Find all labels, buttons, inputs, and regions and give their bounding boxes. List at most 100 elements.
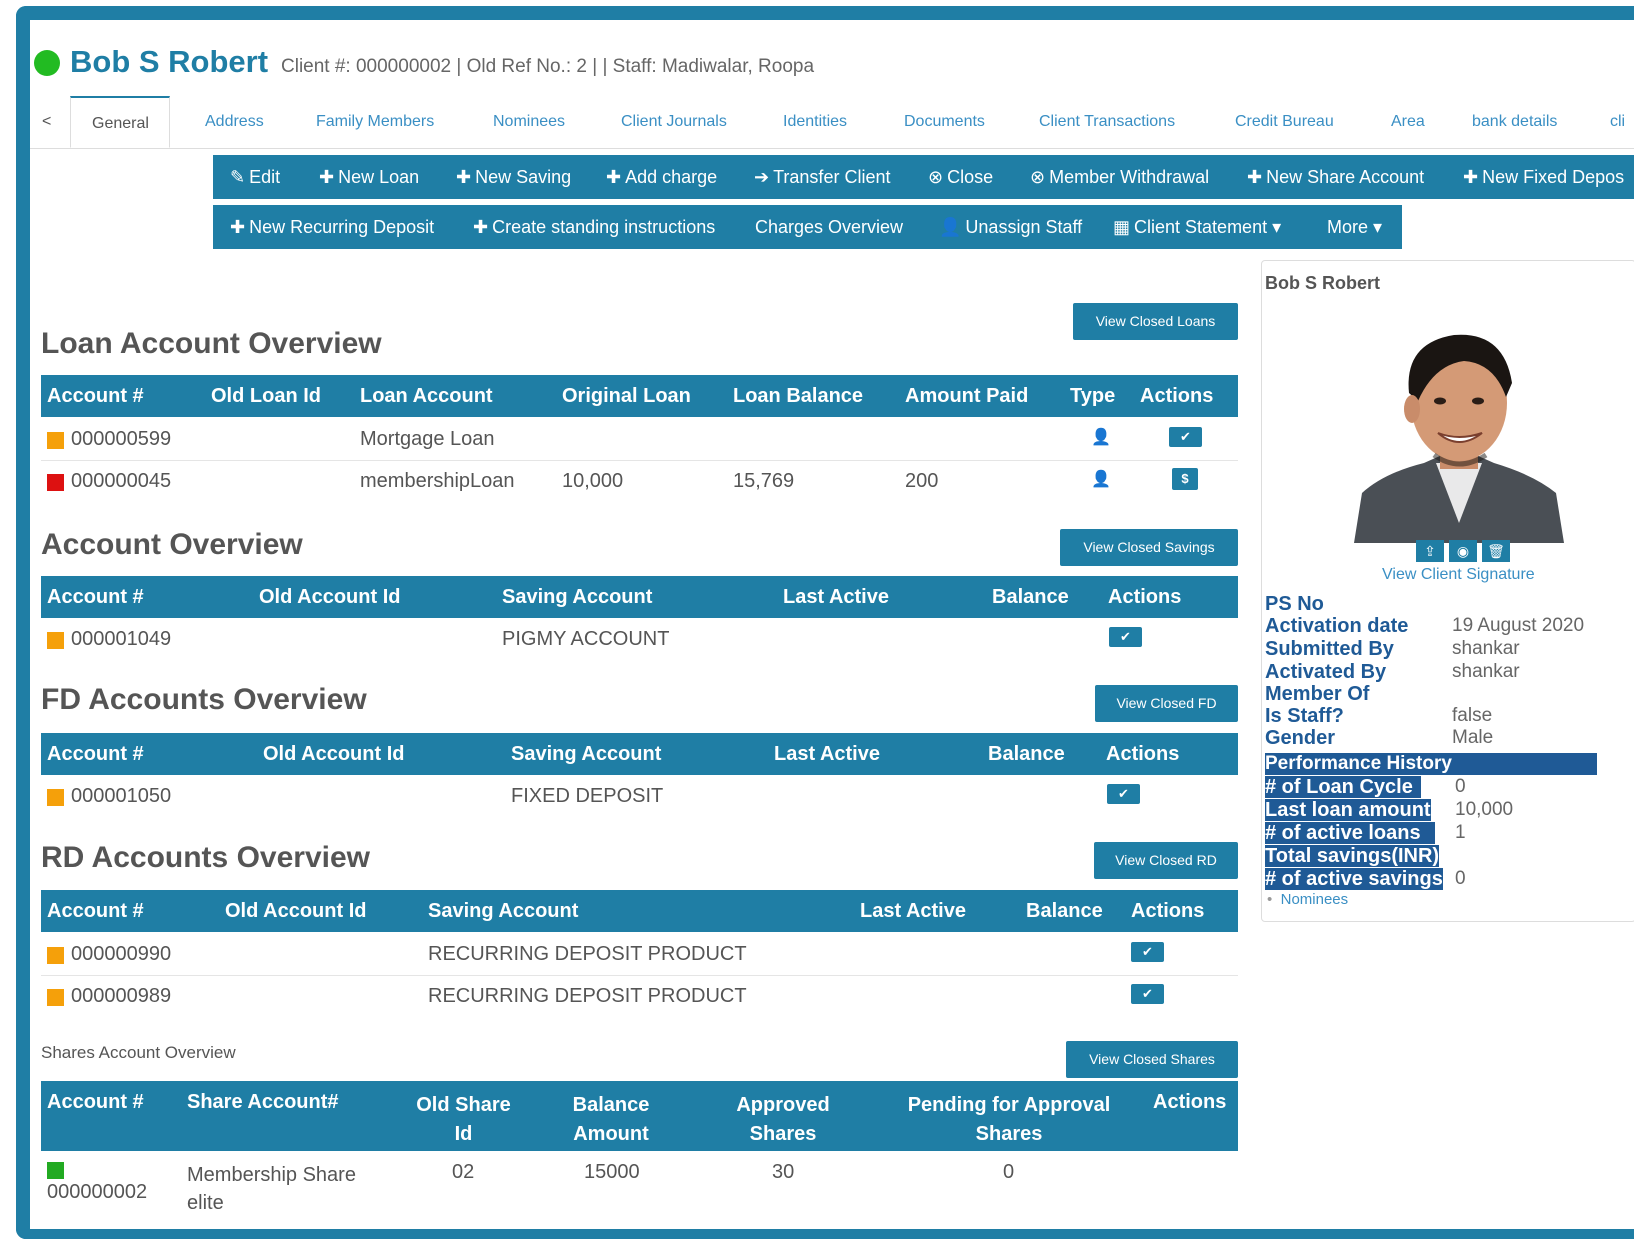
tab-bank-details[interactable]: bank details [1472, 96, 1557, 148]
col-actions: Actions [1131, 900, 1205, 922]
rd-product: RECURRING DEPOSIT PRODUCT [428, 943, 747, 965]
col-actions: Actions [1140, 385, 1214, 407]
tab-scroll-left[interactable]: < [42, 96, 51, 148]
account-number[interactable]: 000001049 [71, 628, 171, 651]
transfer-client-button[interactable]: ➔ Transfer Client [754, 155, 890, 199]
new-saving-button[interactable]: ✚ New Saving [456, 155, 571, 199]
loan-cycle-count: 0 [1455, 776, 1466, 797]
submitted-by: shankar [1452, 638, 1520, 659]
upload-icon: ⇪ [1424, 543, 1436, 559]
account-number[interactable]: 000000045 [71, 470, 171, 493]
status-indicator [47, 989, 64, 1006]
new-recurring-deposit-button[interactable]: ✚ New Recurring Deposit [230, 205, 434, 249]
toolbar-primary: ✎ Edit ✚ New Loan ✚ New Saving ✚ Add charge … [213, 155, 1634, 199]
tab-documents[interactable]: Documents [904, 96, 985, 148]
new-share-account-label: New Share Account [1266, 167, 1425, 187]
table-row[interactable]: 000000990 RECURRING DEPOSIT PRODUCT ✔ [41, 932, 1238, 976]
performance-history-heading: Performance History [1265, 753, 1597, 775]
tab-area[interactable]: Area [1391, 96, 1425, 148]
col-account: Account # [47, 900, 144, 922]
table-row[interactable]: 000001050 FIXED DEPOSIT ✔ [41, 775, 1238, 817]
edit-label: Edit [249, 167, 281, 187]
tab-client-journals[interactable]: Client Journals [621, 96, 727, 148]
new-share-account-button[interactable]: ✚ New Share Account [1247, 155, 1424, 199]
tab-family-members[interactable]: Family Members [316, 96, 434, 148]
table-row[interactable]: 000000989 RECURRING DEPOSIT PRODUCT ✔ [41, 975, 1238, 1017]
col-actions: Actions [1106, 743, 1180, 765]
new-saving-label: New Saving [475, 167, 572, 187]
capture-photo-button[interactable]: ◉ [1449, 540, 1477, 562]
new-loan-button[interactable]: ✚ New Loan [319, 155, 419, 199]
col-saving-account: Saving Account [428, 900, 579, 922]
tab-general[interactable]: General [70, 96, 170, 148]
approved-shares: 30 [772, 1161, 795, 1183]
camera-icon: ◉ [1456, 543, 1470, 559]
tab-address[interactable]: Address [205, 96, 264, 148]
col-last-active: Last Active [860, 900, 966, 922]
approve-action-button[interactable]: ✔ [1131, 984, 1164, 1004]
add-charge-button[interactable]: ✚ Add charge [606, 155, 717, 199]
amount-paid: 200 [905, 470, 939, 492]
fd-overview-title: FD Accounts Overview [41, 683, 367, 716]
repayment-action-button[interactable]: $ [1172, 468, 1198, 490]
field-label: Submitted By [1265, 638, 1394, 660]
charges-overview-button[interactable]: Charges Overview [755, 205, 903, 249]
caret-down-icon: ▾ [1272, 217, 1282, 237]
edit-button[interactable]: ✎ Edit [230, 155, 280, 199]
member-withdrawal-button[interactable]: ⊗ Member Withdrawal [1030, 155, 1209, 199]
col-saving-account: Saving Account [502, 586, 653, 608]
col-loan-balance: Loan Balance [733, 385, 864, 407]
view-client-signature-link[interactable]: View Client Signature [1382, 566, 1535, 584]
table-row[interactable]: 000000599 Mortgage Loan 👤 ✔ [41, 417, 1238, 461]
trash-icon: 🗑 [1487, 543, 1505, 559]
tab-nominees[interactable]: Nominees [493, 96, 565, 148]
view-closed-fd-button[interactable]: View Closed FD [1095, 685, 1238, 722]
original-loan: 10,000 [562, 470, 624, 492]
tab-overflow[interactable]: cli [1610, 96, 1625, 148]
plus-icon: ✚ [230, 217, 246, 237]
close-button[interactable]: ⊗ Close [928, 155, 993, 199]
status-indicator [47, 474, 64, 491]
unassign-staff-button[interactable]: 👤 Unassign Staff [939, 205, 1082, 249]
view-closed-rd-button[interactable]: View Closed RD [1094, 842, 1238, 879]
profile-name: Bob S Robert [1265, 273, 1380, 293]
view-closed-shares-button[interactable]: View Closed Shares [1066, 1041, 1238, 1078]
perf-label: # of Loan Cycle [1265, 776, 1421, 798]
plus-icon: ✚ [1247, 167, 1263, 187]
tab-credit-bureau[interactable]: Credit Bureau [1235, 96, 1334, 148]
col-balance: Balance [1026, 900, 1103, 922]
view-closed-savings-button[interactable]: View Closed Savings [1060, 529, 1238, 566]
field-label: PS No [1265, 593, 1324, 615]
close-circle-icon: ⊗ [928, 167, 944, 187]
approve-action-button[interactable]: ✔ [1169, 427, 1202, 447]
table-row[interactable]: 000000045 membershipLoan 10,000 15,769 2… [41, 460, 1238, 502]
more-button[interactable]: More ▾ [1327, 205, 1382, 249]
new-fixed-deposit-button[interactable]: ✚ New Fixed Depos [1463, 155, 1624, 199]
upload-photo-button[interactable]: ⇪ [1416, 540, 1444, 562]
nominees-link[interactable]: • Nominees [1267, 891, 1348, 908]
col-type: Type [1070, 385, 1116, 407]
create-standing-instructions-button[interactable]: ✚ Create standing instructions [473, 205, 715, 249]
table-row[interactable]: 000001049 PIGMY ACCOUNT ✔ [41, 618, 1238, 660]
tab-identities[interactable]: Identities [783, 96, 847, 148]
account-number[interactable]: 000000989 [71, 985, 171, 1008]
table-row[interactable]: 000000002 Membership Share elite 02 1500… [41, 1151, 1238, 1221]
approve-action-button[interactable]: ✔ [1107, 784, 1140, 804]
col-last-active: Last Active [774, 743, 880, 765]
client-statement-button[interactable]: ▦ Client Statement ▾ [1113, 205, 1281, 249]
approve-action-button[interactable]: ✔ [1109, 627, 1142, 647]
col-actions: Actions [1108, 586, 1182, 608]
tab-client-transactions[interactable]: Client Transactions [1039, 96, 1175, 148]
account-number[interactable]: 000000002 [47, 1181, 147, 1204]
perf-label: Total savings(INR) [1265, 845, 1440, 867]
delete-photo-button[interactable]: 🗑 [1482, 540, 1510, 562]
edit-icon: ✎ [230, 167, 246, 187]
approve-action-button[interactable]: ✔ [1131, 942, 1164, 962]
create-standing-instructions-label: Create standing instructions [492, 217, 716, 237]
view-closed-loans-button[interactable]: View Closed Loans [1073, 303, 1238, 340]
rd-overview-title: RD Accounts Overview [41, 841, 370, 874]
account-number[interactable]: 000000599 [71, 428, 171, 451]
plus-icon: ✚ [1463, 167, 1479, 187]
account-number[interactable]: 000001050 [71, 785, 171, 808]
account-number[interactable]: 000000990 [71, 943, 171, 966]
